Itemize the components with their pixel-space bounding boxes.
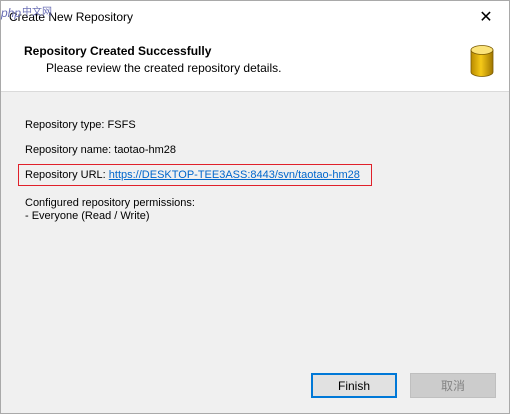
header-subtitle: Please review the created repository det… bbox=[46, 61, 282, 75]
dialog-header: Repository Created Successfully Please r… bbox=[1, 32, 509, 92]
close-button[interactable]: ✕ bbox=[463, 1, 509, 32]
create-repository-dialog: Create New Repository ✕ Repository Creat… bbox=[0, 0, 510, 414]
logo-cn-text: 中文网 bbox=[22, 5, 52, 18]
title-bar: Create New Repository ✕ bbox=[1, 1, 509, 32]
repository-url-row: Repository URL: https://DESKTOP-TEE3ASS:… bbox=[25, 169, 360, 181]
close-icon: ✕ bbox=[479, 8, 493, 26]
repository-url-label: Repository URL: bbox=[25, 169, 109, 181]
repository-type: Repository type: FSFS bbox=[25, 119, 136, 131]
permissions-title: Configured repository permissions: bbox=[25, 197, 195, 209]
finish-button[interactable]: Finish bbox=[311, 373, 397, 398]
permissions-entry: - Everyone (Read / Write) bbox=[25, 210, 150, 222]
php-cn-logo: php 中文网 bbox=[0, 5, 52, 20]
header-title: Repository Created Successfully bbox=[24, 44, 212, 58]
logo-php-text: php bbox=[0, 6, 21, 20]
repository-url-link[interactable]: https://DESKTOP-TEE3ASS:8443/svn/taotao-… bbox=[109, 169, 360, 181]
cancel-button[interactable]: 取消 bbox=[410, 373, 496, 398]
database-icon bbox=[470, 45, 494, 77]
repository-name: Repository name: taotao-hm28 bbox=[25, 144, 177, 156]
